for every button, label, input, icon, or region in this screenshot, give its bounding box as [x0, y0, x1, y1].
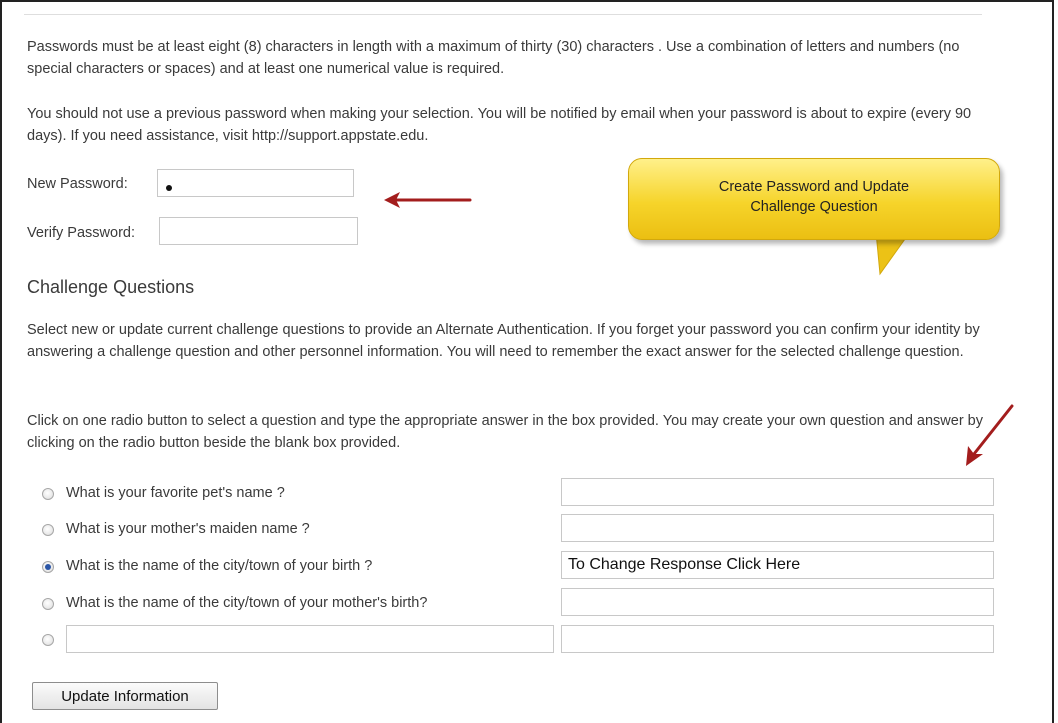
- password-expiry-text: You should not use a previous password w…: [27, 106, 972, 144]
- custom-question-input[interactable]: [66, 625, 554, 653]
- custom-answer-input[interactable]: [561, 625, 994, 653]
- new-password-input[interactable]: [157, 169, 354, 197]
- callout-line-2: Challenge Question: [750, 199, 878, 215]
- question-1-radio[interactable]: [42, 488, 54, 500]
- question-3-label: What is the name of the city/town of you…: [66, 558, 373, 574]
- question-2-radio[interactable]: [42, 524, 54, 536]
- arrow-to-password-icon: [384, 192, 472, 208]
- question-4-radio[interactable]: [42, 598, 54, 610]
- new-password-label: New Password:: [27, 176, 128, 192]
- top-divider: [24, 14, 982, 15]
- verify-password-label: Verify Password:: [27, 225, 135, 241]
- question-4-label: What is the name of the city/town of you…: [66, 595, 428, 611]
- question-3-answer-input[interactable]: [561, 551, 994, 579]
- callout-bubble: Create Password and Update Challenge Que…: [628, 158, 1000, 240]
- question-3-radio[interactable]: [42, 561, 54, 573]
- custom-question-radio[interactable]: [42, 634, 54, 646]
- question-4-answer-input[interactable]: [561, 588, 994, 616]
- question-2-label: What is your mother's maiden name ?: [66, 521, 310, 537]
- challenge-instructions-text: Click on one radio button to select a qu…: [27, 413, 983, 451]
- challenge-questions-heading: Challenge Questions: [27, 277, 195, 297]
- update-information-button[interactable]: Update Information: [32, 682, 218, 710]
- challenge-intro-text: Select new or update current challenge q…: [27, 322, 980, 360]
- question-1-answer-input[interactable]: [561, 478, 994, 506]
- password-rules-text: Passwords must be at least eight (8) cha…: [27, 39, 960, 77]
- callout-line-1: Create Password and Update: [718, 179, 910, 195]
- verify-password-input[interactable]: [159, 217, 358, 245]
- question-2-answer-input[interactable]: [561, 514, 994, 542]
- question-1-label: What is your favorite pet's name ?: [66, 485, 285, 501]
- password-mask-dot: [166, 185, 172, 191]
